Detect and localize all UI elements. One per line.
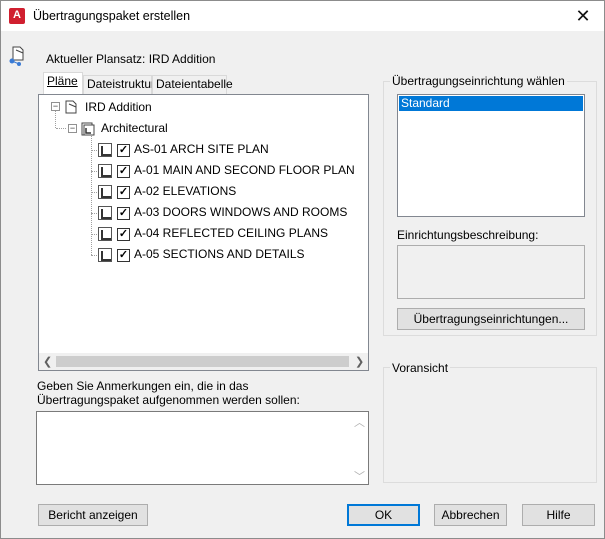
scroll-right-icon[interactable]: ❯ <box>355 355 364 368</box>
sheetset-icon <box>7 44 29 66</box>
description-label: Einrichtungsbeschreibung: <box>397 228 539 242</box>
report-button[interactable]: Bericht anzeigen <box>38 504 148 526</box>
setup-group-label: Übertragungseinrichtung wählen <box>390 74 567 88</box>
tree-connector <box>55 111 56 128</box>
sheet-item-label[interactable]: A-04 REFLECTED CEILING PLANS <box>134 224 328 242</box>
subset-folder-icon <box>80 121 96 137</box>
sheet-tree-view[interactable]: − IRD Addition − Architectural ✓ AS-01 A… <box>38 94 369 371</box>
sheet-checkbox[interactable]: ✓ <box>117 207 130 220</box>
sheet-item-label[interactable]: A-05 SECTIONS AND DETAILS <box>134 245 305 263</box>
tree-root-label[interactable]: IRD Addition <box>85 98 152 116</box>
collapse-icon[interactable]: − <box>68 124 77 133</box>
dialog-window: A Übertragungspaket erstellen ✕ Aktuelle… <box>0 0 605 539</box>
tree-connector <box>91 150 97 151</box>
tree-connector <box>91 213 97 214</box>
setup-list-item-selected[interactable]: Standard <box>399 96 583 111</box>
sheet-checkbox[interactable]: ✓ <box>117 165 130 178</box>
sheet-checkbox[interactable]: ✓ <box>117 186 130 199</box>
tree-subset-label[interactable]: Architectural <box>101 119 168 137</box>
tree-connector <box>91 255 97 256</box>
help-button[interactable]: Hilfe <box>522 504 595 526</box>
setup-listbox[interactable]: Standard <box>397 94 585 217</box>
sheet-item-label[interactable]: AS-01 ARCH SITE PLAN <box>134 140 269 158</box>
preview-group-label: Voransicht <box>390 361 451 375</box>
setup-list-item-label: Standard <box>401 96 450 110</box>
horizontal-scrollbar[interactable]: ❮ ❯ <box>39 353 368 370</box>
sheet-checkbox[interactable]: ✓ <box>117 144 130 157</box>
tab-plaene-label: Pläne <box>47 74 78 88</box>
title-bar: A Übertragungspaket erstellen ✕ <box>1 1 604 31</box>
tree-connector <box>91 192 97 193</box>
sheet-icon <box>98 227 112 241</box>
sheet-icon <box>98 143 112 157</box>
notes-textarea[interactable]: ︿ ﹀ <box>36 411 369 485</box>
transmittal-setups-button[interactable]: Übertragungseinrichtungen... <box>397 308 585 330</box>
tab-dateientabelle[interactable]: Dateientabelle <box>152 75 233 94</box>
sheet-checkbox[interactable]: ✓ <box>117 249 130 262</box>
sheet-checkbox[interactable]: ✓ <box>117 228 130 241</box>
ok-button[interactable]: OK <box>347 504 420 526</box>
tree-connector <box>91 234 97 235</box>
sheet-icon <box>98 248 112 262</box>
tree-connector <box>56 128 66 129</box>
notes-scrollbar[interactable]: ︿ ﹀ <box>350 412 367 484</box>
cancel-button[interactable]: Abbrechen <box>434 504 507 526</box>
scroll-up-icon[interactable]: ︿ <box>354 414 365 430</box>
sheet-item-label[interactable]: A-02 ELEVATIONS <box>134 182 236 200</box>
sheet-icon <box>98 185 112 199</box>
scrollbar-thumb[interactable] <box>56 356 349 367</box>
tab-dateistruktur-label: Dateistruktur <box>87 77 156 91</box>
scroll-down-icon[interactable]: ﹀ <box>354 468 365 484</box>
tree-connector <box>91 171 97 172</box>
sheet-icon <box>98 164 112 178</box>
window-title: Übertragungspaket erstellen <box>33 9 191 23</box>
sheetset-node-icon <box>63 99 79 115</box>
preview-group <box>383 367 597 483</box>
tab-dateientabelle-label: Dateientabelle <box>156 77 233 91</box>
current-sheetset-label: Aktueller Plansatz: IRD Addition <box>46 52 216 66</box>
close-icon[interactable]: ✕ <box>572 5 594 27</box>
autocad-app-icon: A <box>9 8 25 24</box>
scroll-left-icon[interactable]: ❮ <box>43 355 52 368</box>
sheet-item-label[interactable]: A-01 MAIN AND SECOND FLOOR PLAN <box>134 161 355 179</box>
description-box <box>397 245 585 299</box>
sheet-icon <box>98 206 112 220</box>
tab-plaene[interactable]: Pläne <box>43 72 83 95</box>
sheet-item-label[interactable]: A-03 DOORS WINDOWS AND ROOMS <box>134 203 347 221</box>
notes-label: Geben Sie Anmerkungen ein, die in das Üb… <box>37 379 300 407</box>
tab-dateistruktur[interactable]: Dateistruktur <box>83 75 156 94</box>
collapse-icon[interactable]: − <box>51 102 60 111</box>
